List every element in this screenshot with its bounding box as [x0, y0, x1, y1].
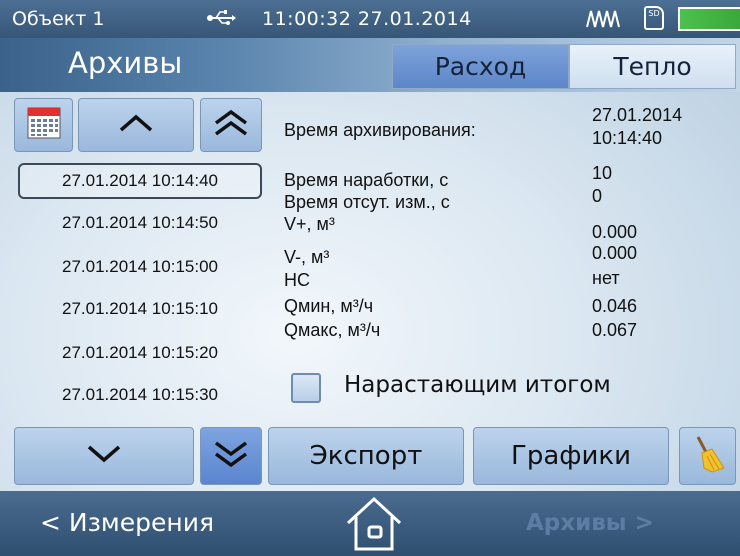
page-up-button[interactable]: [200, 98, 262, 152]
chevron-down-icon: [86, 444, 122, 468]
status-bar: Объект 1 11:00:32 27.01.2014 SD: [0, 0, 740, 38]
sd-card-icon: SD: [644, 6, 664, 30]
broom-icon: [690, 434, 726, 478]
bottom-nav: < Измерения Архивы >: [0, 491, 740, 556]
tab-rashod[interactable]: Расход: [392, 44, 569, 89]
double-chevron-down-icon: [213, 439, 249, 473]
status-datetime: 11:00:32 27.01.2014: [262, 8, 472, 30]
device-screen: Объект 1 11:00:32 27.01.2014 SD Архивы Р…: [0, 0, 740, 556]
detail-value: 0.067: [592, 320, 638, 340]
object-name: Объект 1: [12, 8, 105, 30]
scroll-up-button[interactable]: [78, 98, 194, 152]
detail-value: 0: [592, 186, 603, 206]
nav-next-button[interactable]: Архивы >: [526, 510, 654, 536]
detail-value: 0.000: [592, 243, 638, 263]
archive-record[interactable]: 27.01.2014 10:15:00: [18, 249, 262, 285]
export-button[interactable]: Экспорт: [268, 427, 464, 485]
detail-label: V+, м³: [284, 214, 335, 234]
archive-record[interactable]: 27.01.2014 10:14:50: [18, 205, 262, 241]
page-title: Архивы: [68, 46, 183, 80]
archive-record[interactable]: 27.01.2014 10:14:40: [18, 163, 262, 199]
double-chevron-up-icon: [213, 108, 249, 142]
cumulative-label[interactable]: Нарастающим итогом: [344, 372, 611, 398]
archive-time-label: Время архивирования:: [284, 120, 476, 140]
export-button-label: Экспорт: [309, 441, 423, 471]
scroll-down-button[interactable]: [14, 427, 194, 485]
home-icon[interactable]: [342, 493, 406, 553]
archive-record[interactable]: 27.01.2014 10:15:20: [18, 335, 262, 371]
detail-label: V-, м³: [284, 247, 330, 267]
detail-label: Qмакс, м³/ч: [284, 320, 381, 340]
chevron-up-icon: [118, 113, 154, 137]
graphs-button[interactable]: Графики: [473, 427, 669, 485]
archive-date-value: 27.01.2014: [592, 105, 683, 125]
tab-teplo[interactable]: Тепло: [569, 44, 736, 89]
detail-label: Qмин, м³/ч: [284, 296, 374, 316]
nav-back-button[interactable]: < Измерения: [40, 508, 214, 537]
graphs-button-label: Графики: [510, 441, 632, 471]
cumulative-checkbox[interactable]: [291, 373, 321, 403]
signal-wave-icon: [585, 5, 621, 31]
detail-label: НС: [284, 270, 310, 290]
detail-value: 0.046: [592, 296, 638, 316]
detail-label: Время наработки, с: [284, 170, 449, 190]
detail-value: 0.000: [592, 222, 638, 242]
calendar-button[interactable]: [14, 98, 73, 152]
archive-record[interactable]: 27.01.2014 10:15:10: [18, 291, 262, 327]
status-time: 11:00:32: [262, 8, 352, 30]
calendar-icon: [27, 107, 61, 143]
page-down-button[interactable]: [200, 427, 262, 485]
clear-button[interactable]: [679, 427, 736, 485]
battery-icon: [678, 7, 740, 31]
detail-label: Время отсут. изм., с: [284, 192, 450, 212]
archive-time-value: 10:14:40: [592, 128, 663, 148]
usb-icon: [206, 6, 236, 35]
archive-record[interactable]: 27.01.2014 10:15:30: [18, 377, 262, 413]
detail-value: 10: [592, 163, 613, 183]
status-date: 27.01.2014: [357, 8, 472, 30]
detail-value: нет: [592, 268, 620, 288]
